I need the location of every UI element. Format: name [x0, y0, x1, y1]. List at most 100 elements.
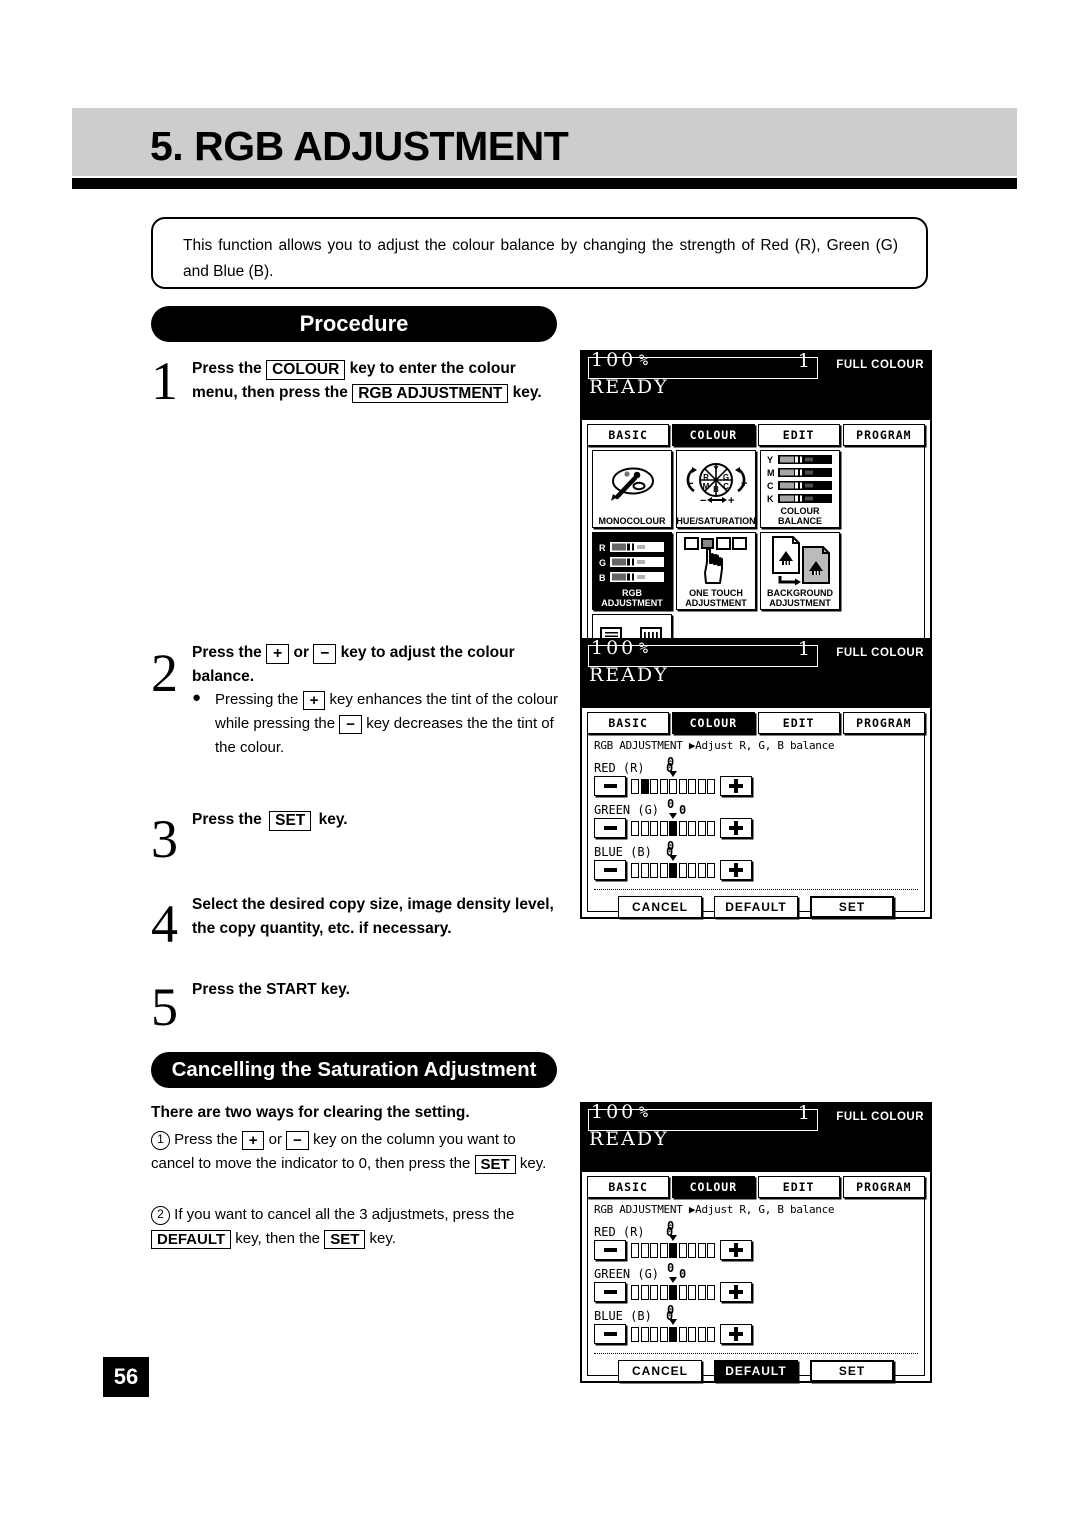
panel-divider: [594, 889, 918, 890]
scale-tick: [650, 1242, 658, 1258]
zoom-ratio-value: 100: [591, 349, 637, 371]
scale-tick: [659, 778, 668, 794]
bullet-dot: ●: [192, 689, 202, 706]
scale-tick: [688, 862, 696, 878]
blue-minus-button-3[interactable]: [594, 1324, 626, 1344]
scale-tick: [707, 778, 715, 794]
scale-tick: [697, 1326, 706, 1342]
tab-bar-2: BASIC COLOUR EDIT PROGRAM: [587, 712, 925, 734]
plus-key: +: [266, 644, 290, 664]
tab-program[interactable]: PROGRAM: [842, 424, 925, 446]
action-button-row-3: CANCEL DEFAULT SET: [594, 1360, 918, 1382]
scale-tick: [650, 820, 658, 836]
set-button[interactable]: SET: [810, 896, 894, 918]
tab-basic-3[interactable]: BASIC: [587, 1176, 670, 1198]
default-button-3[interactable]: DEFAULT: [714, 1360, 798, 1382]
scale-tick: [640, 1284, 649, 1300]
scale-tick: [650, 862, 658, 878]
minus-key-3: −: [286, 1131, 309, 1151]
svg-text:G: G: [723, 473, 729, 482]
scale-tick: [640, 1326, 649, 1342]
green-minus-button-3[interactable]: [594, 1282, 626, 1302]
label-one-touch-1: ONE TOUCH: [689, 588, 743, 598]
rgb-bars-icon: R G B: [593, 533, 671, 588]
rgb-default-panel: RGB ADJUSTMENT ▶Adjust R, G, B balance R…: [587, 1198, 925, 1382]
tab-colour[interactable]: COLOUR: [672, 424, 755, 446]
button-monocolour[interactable]: MONOCOLOUR: [592, 450, 672, 528]
bullet-a: Pressing the: [215, 691, 299, 708]
tab-edit-3[interactable]: EDIT: [757, 1176, 840, 1198]
cancel-button-3[interactable]: CANCEL: [618, 1360, 702, 1382]
step-text-2: Press the + or − key to adjust the colou…: [192, 641, 564, 688]
slider-blue-label-3: BLUE (B): [594, 1309, 652, 1323]
scale-tick: [631, 1284, 639, 1300]
default-button[interactable]: DEFAULT: [714, 896, 798, 918]
tab-colour-3[interactable]: COLOUR: [672, 1176, 755, 1198]
svg-text:R: R: [599, 543, 606, 553]
scale-tick: [707, 1242, 715, 1258]
lcd-status-header: 100 % 1 FULL COLOUR READY: [582, 349, 930, 420]
label-rgb-adjustment-2: ADJUSTMENT: [601, 598, 663, 608]
colour-key: COLOUR: [266, 360, 346, 380]
zero-label: 0: [667, 1260, 675, 1275]
label-monocolour: MONOCOLOUR: [598, 516, 666, 526]
blue-plus-button-3[interactable]: [720, 1324, 752, 1344]
scale-tick: [697, 862, 706, 878]
lcd-body-2: BASIC COLOUR EDIT PROGRAM RGB ADJUSTMENT…: [582, 708, 930, 918]
set-button-3[interactable]: SET: [810, 1360, 894, 1382]
svg-text:−: −: [687, 478, 693, 490]
button-rgb-adjustment[interactable]: R G B RGB ADJUSTMENT: [592, 532, 672, 610]
zoom-ratio-value-2: 100: [591, 637, 637, 659]
intro-text: This function allows you to adjust the c…: [183, 237, 898, 280]
button-colour-balance[interactable]: Y M C K COLOUR BALANCE: [760, 450, 840, 528]
tab-basic-2[interactable]: BASIC: [587, 712, 670, 734]
tab-program-3[interactable]: PROGRAM: [842, 1176, 925, 1198]
slider-grid-3: RED (R) 0 0 GREEN (G) 0 0 BLUE (B) 0 0: [594, 1219, 918, 1351]
copy-quantity: 1: [797, 350, 810, 372]
scale-tick: [650, 1326, 658, 1342]
red-minus-button-3[interactable]: [594, 1240, 626, 1260]
tab-colour-2[interactable]: COLOUR: [672, 712, 755, 734]
slider-green-label-3: GREEN (G): [594, 1267, 660, 1281]
cancelling-item-1: 1 Press the + or − key on the column you…: [151, 1128, 563, 1176]
plus-key-2: +: [302, 691, 326, 711]
blue-minus-button[interactable]: [594, 860, 626, 880]
step1-pre: Press the: [192, 360, 262, 377]
tab-basic[interactable]: BASIC: [587, 424, 670, 446]
hand-press-icon: [677, 533, 755, 588]
scale-tick: [707, 1326, 715, 1342]
button-one-touch-adjustment[interactable]: ONE TOUCH ADJUSTMENT: [676, 532, 756, 610]
red-plus-button[interactable]: [720, 776, 752, 796]
zero-label: 0: [667, 838, 675, 853]
green-plus-button-3[interactable]: [720, 1282, 752, 1302]
slider-red-label-3: RED (R): [594, 1225, 645, 1239]
scale-tick: [688, 820, 696, 836]
row-m: M: [767, 468, 775, 478]
tab-bar-3: BASIC COLOUR EDIT PROGRAM: [587, 1176, 925, 1198]
tab-program-2[interactable]: PROGRAM: [842, 712, 925, 734]
red-plus-button-3[interactable]: [720, 1240, 752, 1260]
cancel-button[interactable]: CANCEL: [618, 896, 702, 918]
scale-tick: [707, 862, 715, 878]
green-minus-button[interactable]: [594, 818, 626, 838]
tab-bar: BASIC COLOUR EDIT PROGRAM: [587, 424, 925, 446]
scale-tick: [678, 1326, 687, 1342]
slider-red: RED (R) 0 0: [594, 755, 759, 796]
zero-label: 0: [667, 754, 675, 769]
scale-tick: [669, 1284, 677, 1300]
svg-text:+: +: [741, 478, 747, 490]
blue-plus-button[interactable]: [720, 860, 752, 880]
button-hue-saturation[interactable]: Y G C B M R − + − + HUE/SATURATION: [676, 450, 756, 528]
green-scale: 0: [629, 797, 717, 836]
green-plus-button[interactable]: [720, 818, 752, 838]
label-background-2: ADJUSTMENT: [769, 598, 831, 608]
scale-tick: [650, 1284, 658, 1300]
tab-edit[interactable]: EDIT: [757, 424, 840, 446]
default-key: DEFAULT: [151, 1230, 232, 1250]
tab-edit-2[interactable]: EDIT: [757, 712, 840, 734]
slider-red-label: RED (R): [594, 761, 645, 775]
step-text-4: Select the desired copy size, image dens…: [192, 896, 554, 937]
red-minus-button[interactable]: [594, 776, 626, 796]
button-background-adjustment[interactable]: BACKGROUND ADJUSTMENT: [760, 532, 840, 610]
scale-tick: [707, 1284, 715, 1300]
